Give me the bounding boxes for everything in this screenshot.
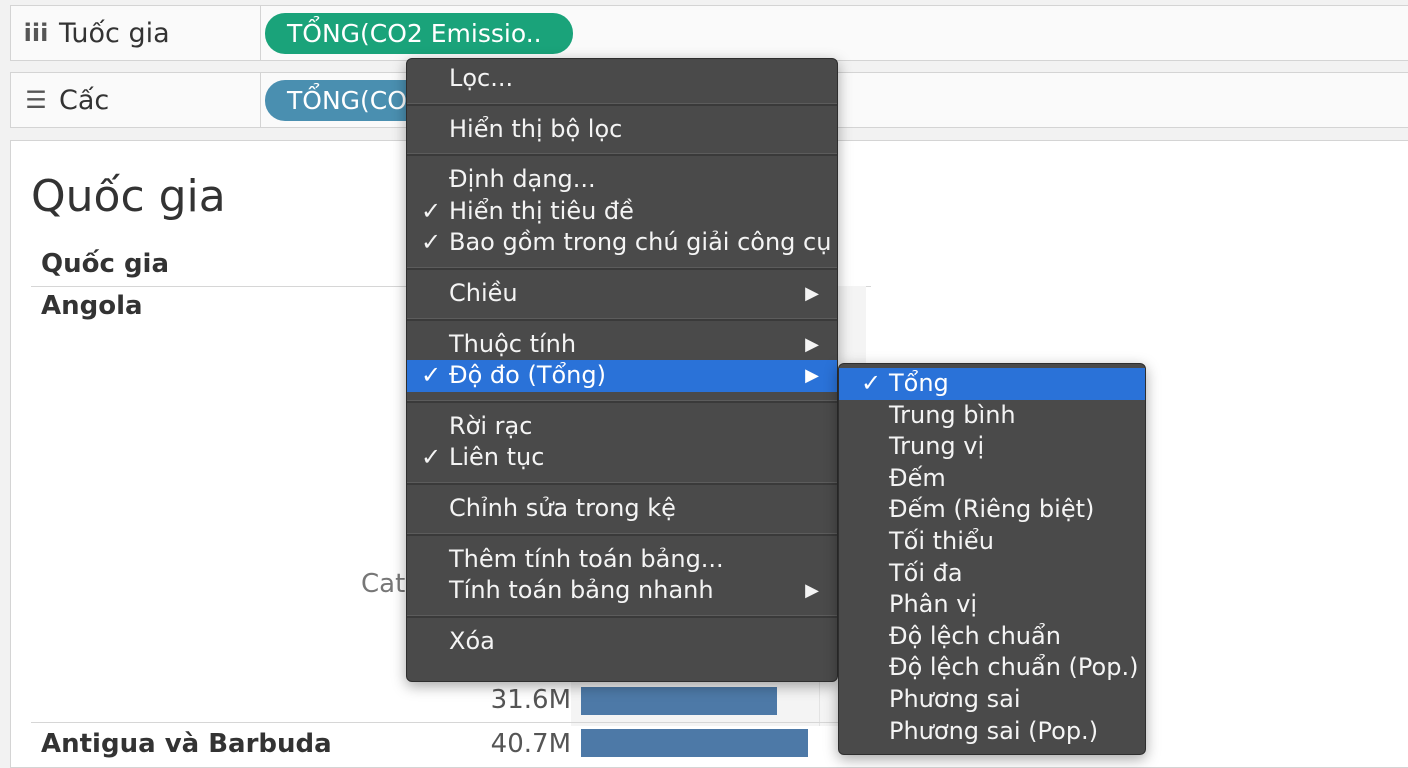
submenu-arrow-icon: ▶ (805, 580, 819, 602)
submenu-item-label: Tổng (889, 369, 949, 397)
value-label: 40.7M (490, 729, 571, 759)
rows-shelf-header: ☰ Cấc (11, 73, 261, 127)
submenu-item[interactable]: Đếm (Riêng biệt) (839, 494, 1145, 526)
checkmark-icon: ✓ (421, 443, 442, 472)
menu-item-label: Xóa (449, 626, 495, 655)
measure-submenu: ✓ Tổng Trung bình Trung vị Đếm Đếm (Riêng biệ… (838, 363, 1146, 755)
submenu-arrow-icon: ▶ (805, 365, 819, 387)
menu-separator (407, 532, 837, 536)
submenu-item-label: Phân vị (889, 590, 978, 619)
menu-separator (407, 102, 837, 106)
submenu-item[interactable]: Tối đa (839, 558, 1145, 590)
view-title: Quốc gia (31, 171, 226, 222)
checkmark-icon: ✓ (861, 369, 882, 397)
submenu-item-label: Đếm (889, 463, 946, 492)
checkmark-icon: ✓ (421, 196, 442, 225)
submenu-arrow-icon: ▶ (805, 333, 819, 355)
submenu-item[interactable]: ✓ Tổng (839, 368, 1145, 400)
submenu-item[interactable]: Phương sai (839, 684, 1145, 716)
submenu-item-label: Phương sai (Pop.) (889, 716, 1099, 745)
bar-antigua[interactable] (581, 729, 809, 757)
menu-item-label: Độ đo (Tổng) (449, 361, 606, 390)
checkmark-icon: ✓ (421, 361, 442, 390)
submenu-item-label: Đếm (Riêng biệt) (889, 495, 1095, 524)
menu-separator (407, 266, 837, 270)
menu-item-quick-table-calc[interactable]: Tính toán bảng nhanh ▶ (407, 575, 837, 607)
menu-item-attribute[interactable]: Thuộc tính ▶ (407, 329, 837, 361)
menu-item-filter[interactable]: Lọc... (407, 63, 837, 95)
submenu-item[interactable]: Tối thiểu (839, 526, 1145, 558)
rows-shelf-label: Cấc (59, 84, 110, 116)
menu-item-label: Định dạng... (449, 165, 596, 194)
menu-item-label: Chiều (449, 278, 518, 307)
submenu-item[interactable]: Độ lệch chuẩn (839, 621, 1145, 653)
menu-separator (407, 614, 837, 618)
submenu-item[interactable]: Trung vị (839, 431, 1145, 463)
columns-shelf[interactable]: iii Tuốc gia TỔNG(CO2 Emissio.. (10, 5, 1408, 61)
submenu-item[interactable]: Độ lệch chuẩn (Pop.) (839, 652, 1145, 684)
submenu-item[interactable]: Phân vị (839, 589, 1145, 621)
submenu-item-label: Trung vị (889, 432, 985, 461)
menu-item-add-table-calc[interactable]: Thêm tính toán bảng... (407, 544, 837, 576)
menu-item-label: Hiển thị bộ lọc (449, 114, 623, 143)
submenu-item[interactable]: Phương sai (Pop.) (839, 716, 1145, 748)
menu-item-format[interactable]: Định dạng... (407, 164, 837, 196)
rows-icon: ☰ (25, 86, 47, 114)
menu-item-label: Hiển thị tiêu đề (449, 196, 634, 225)
menu-item-label: Chỉnh sửa trong kệ (449, 493, 676, 522)
submenu-item-label: Độ lệch chuẩn (Pop.) (889, 653, 1139, 682)
menu-item-label: Bao gồm trong chú giải công cụ (449, 228, 832, 257)
menu-item-continuous[interactable]: ✓ Liên tục (407, 442, 837, 474)
submenu-arrow-icon: ▶ (805, 282, 819, 304)
columns-shelf-header: iii Tuốc gia (11, 6, 261, 60)
menu-item-label: Rời rạc (449, 411, 533, 440)
menu-item-remove[interactable]: Xóa (407, 626, 837, 658)
menu-item-label: Liên tục (449, 443, 545, 472)
menu-separator (407, 481, 837, 485)
submenu-item[interactable]: Đếm (839, 463, 1145, 495)
value-label: 31.6M (490, 685, 571, 715)
menu-separator (407, 317, 837, 321)
columns-shelf-label: Tuốc gia (59, 17, 170, 49)
submenu-item-label: Trung bình (889, 400, 1016, 429)
menu-separator (407, 399, 837, 403)
menu-separator (407, 153, 837, 157)
submenu-item-label: Tối đa (889, 558, 963, 587)
menu-item-include-in-tooltip[interactable]: ✓ Bao gồm trong chú giải công cụ (407, 227, 837, 259)
menu-item-label: Thuộc tính (449, 329, 577, 358)
row-label-angola[interactable]: Angola (41, 291, 143, 321)
checkmark-icon: ✓ (421, 228, 442, 257)
pill-context-menu: Lọc... Hiển thị bộ lọc Định dạng... ✓ Hiể… (406, 58, 838, 682)
submenu-item-label: Phương sai (889, 684, 1021, 713)
column-header[interactable]: Quốc gia (41, 249, 169, 279)
submenu-item-label: Độ lệch chuẩn (889, 621, 1061, 650)
columns-icon: iii (23, 19, 49, 47)
co2-sum-pill-columns[interactable]: TỔNG(CO2 Emissio.. (265, 13, 573, 54)
menu-item-edit-in-shelf[interactable]: Chỉnh sửa trong kệ (407, 493, 837, 525)
menu-item-show-filter[interactable]: Hiển thị bộ lọc (407, 114, 837, 146)
menu-item-label: Lọc... (449, 64, 514, 92)
menu-item-dimension[interactable]: Chiều ▶ (407, 278, 837, 310)
menu-item-show-header[interactable]: ✓ Hiển thị tiêu đề (407, 196, 837, 228)
row-divider (31, 722, 871, 723)
row-label-antigua[interactable]: Antigua và Barbuda (41, 729, 332, 759)
submenu-item[interactable]: Trung bình (839, 400, 1145, 432)
menu-item-label: Tính toán bảng nhanh (449, 576, 714, 605)
menu-item-discrete[interactable]: Rời rạc (407, 411, 837, 443)
bar-angola[interactable] (581, 687, 777, 715)
menu-item-label: Thêm tính toán bảng... (449, 544, 724, 573)
submenu-item-label: Tối thiểu (889, 526, 994, 555)
menu-item-measure[interactable]: ✓ Độ đo (Tổng) ▶ (407, 360, 837, 392)
partial-axis-label: Cat (361, 569, 406, 599)
